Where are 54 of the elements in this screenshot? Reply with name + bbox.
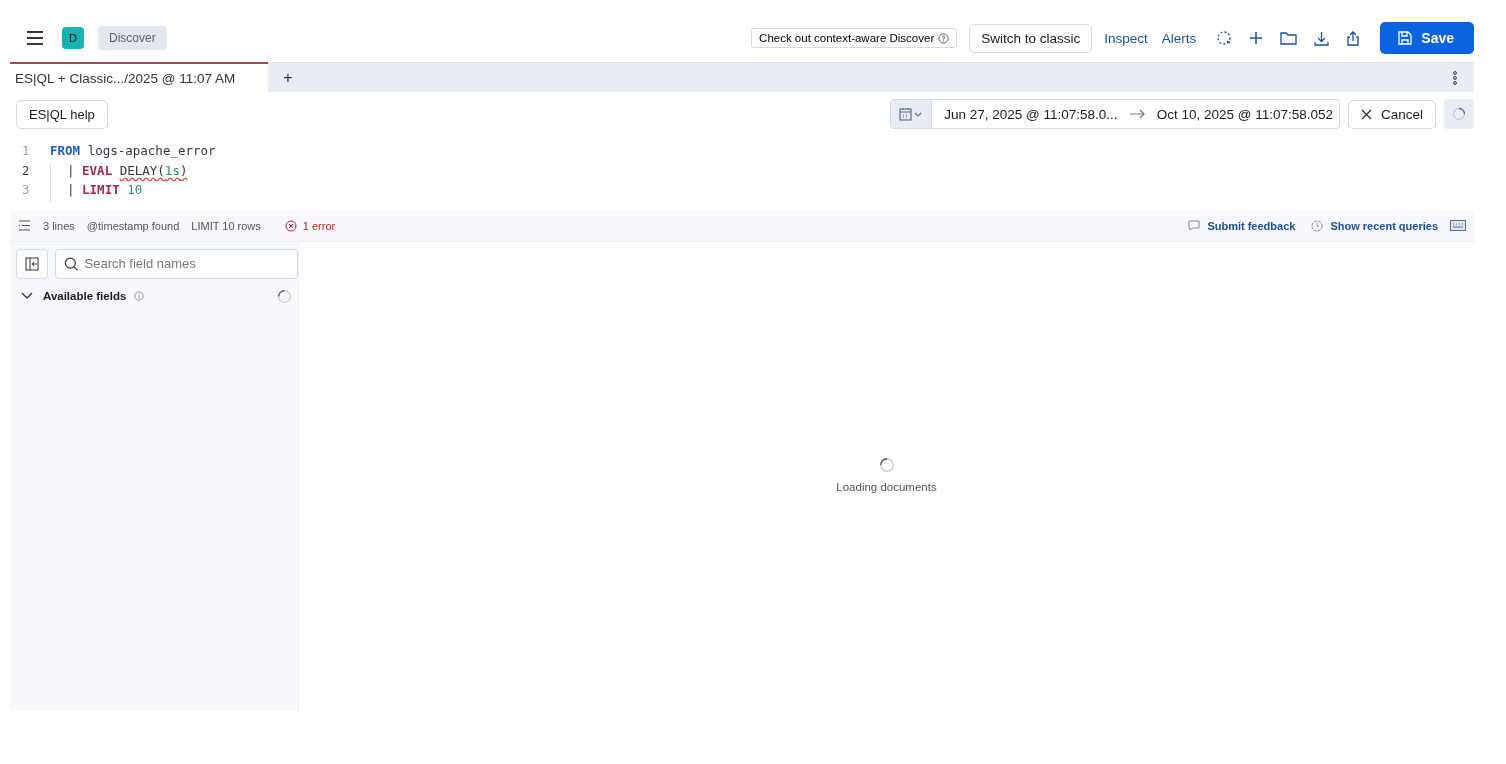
code-line: | EVAL DELAY(1s) [50, 163, 188, 183]
save-button[interactable]: Save [1380, 22, 1474, 54]
promo-badge[interactable]: Check out context-aware Discover [751, 28, 958, 48]
loading-spinner-icon [878, 456, 895, 473]
query-info: LIMIT 10 rows [191, 219, 261, 232]
feedback-link[interactable]: Submit feedback [1184, 219, 1296, 232]
switch-button[interactable]: Switch to classic [969, 23, 1093, 53]
breadcrumb[interactable]: Discover [98, 26, 167, 50]
query-info: @timestamp found [86, 219, 180, 232]
menu-icon[interactable] [26, 31, 44, 45]
line-number: 1 [22, 144, 31, 158]
plus-icon[interactable] [1249, 31, 1264, 45]
history-icon [1311, 219, 1324, 232]
cancel-button[interactable]: Cancel [1347, 99, 1436, 129]
start-date[interactable]: Jun 27, 2025 @ 11:07:58.0... [944, 106, 1118, 122]
keyboard-icon[interactable] [1450, 220, 1466, 231]
loading-spinner-icon [277, 288, 292, 304]
speech-bubble-icon [1188, 220, 1201, 231]
end-date[interactable]: Oct 10, 2025 @ 11:07:58.052 [1156, 106, 1333, 122]
loading-spinner-icon [1452, 107, 1466, 121]
share-icon[interactable] [1346, 30, 1361, 46]
help-icon [938, 32, 950, 44]
download-icon[interactable] [1314, 30, 1330, 46]
collapse-sidebar-button[interactable] [16, 248, 48, 279]
header-link[interactable]: Inspect [1102, 26, 1150, 50]
help-button[interactable]: ES|QL help [16, 99, 108, 129]
error-icon [284, 219, 297, 232]
loading-text: Loading documents [836, 480, 937, 493]
list-icon[interactable] [18, 220, 31, 231]
date-picker[interactable]: Jun 27, 2025 @ 11:07:58.0... Oct 10, 2025 @ 11:07:58.052 [890, 99, 1340, 129]
chevron-icon[interactable] [21, 292, 33, 300]
folder-icon[interactable] [1280, 31, 1298, 45]
error-count[interactable]: 1 error [278, 218, 342, 233]
space-avatar[interactable]: D [62, 27, 84, 49]
refresh-icon[interactable] [1216, 30, 1233, 46]
info-icon [134, 291, 145, 301]
header-link[interactable]: Alerts [1159, 26, 1199, 50]
search-field[interactable]: Search field names [55, 248, 298, 279]
section-title[interactable]: Available fields [43, 290, 127, 302]
close-icon [1360, 108, 1372, 120]
arrow-icon [1129, 109, 1145, 119]
line-number: 2 [22, 163, 31, 178]
code-line: FROM logs-apache_error [50, 144, 216, 160]
recent-queries-link[interactable]: Show recent queries [1307, 219, 1438, 232]
sidebar-collapse-icon [25, 256, 39, 271]
calendar-icon[interactable] [899, 107, 924, 121]
line-number: 3 [22, 183, 31, 197]
code-line: | LIMIT 10 [50, 183, 143, 202]
query-info: 3 lines [43, 219, 75, 232]
save-icon [1398, 31, 1413, 45]
search-icon [64, 255, 79, 272]
more-icon[interactable] [1453, 70, 1457, 85]
search-input[interactable]: Search field names [84, 250, 289, 277]
new-tab-button[interactable]: + [278, 68, 298, 87]
